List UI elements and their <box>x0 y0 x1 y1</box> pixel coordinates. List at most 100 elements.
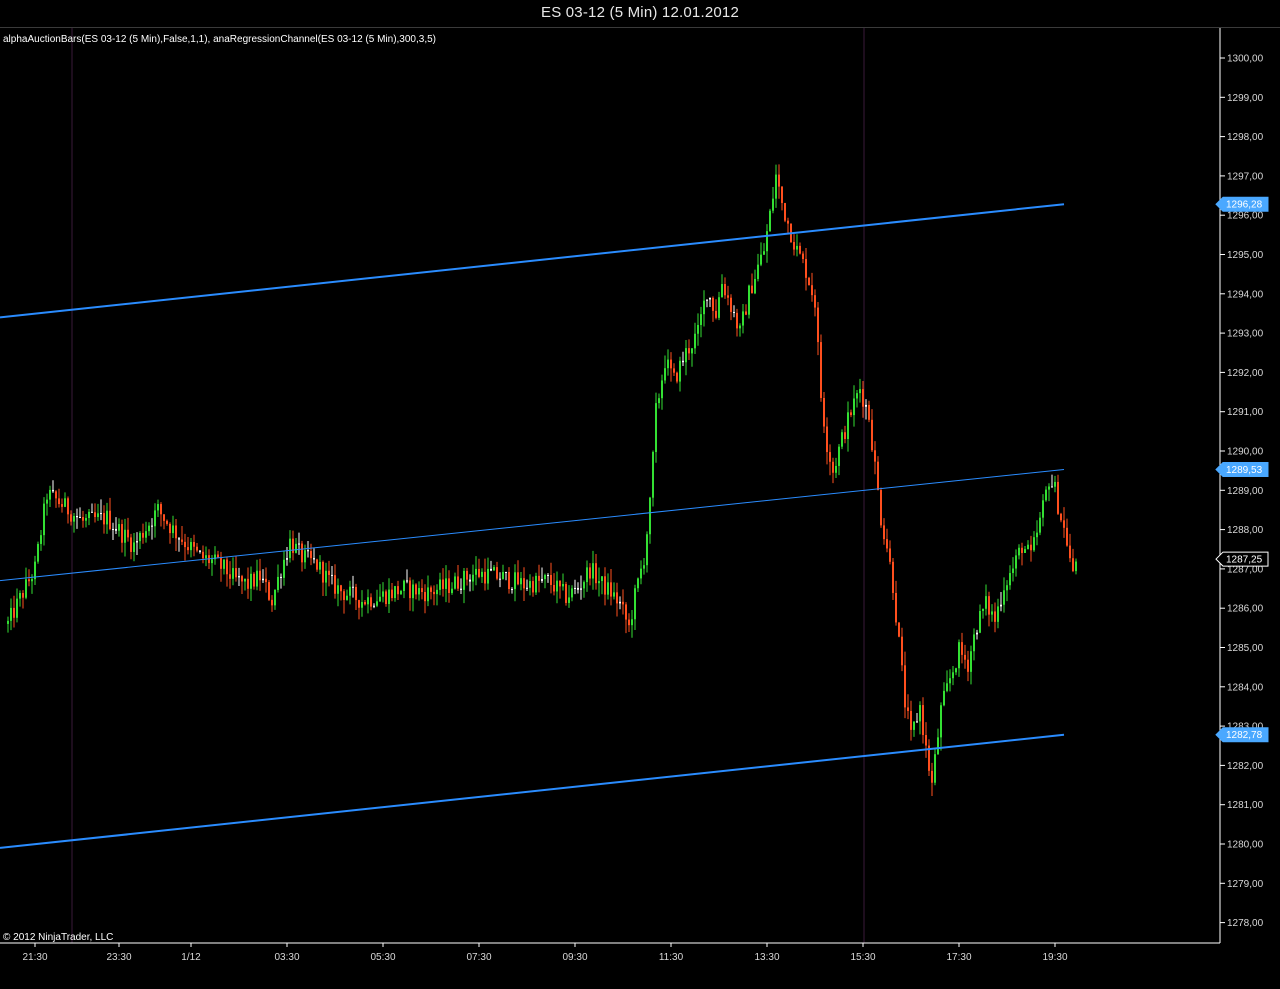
price-bar <box>808 276 810 286</box>
y-axis[interactable]: 1278,001279,001280,001281,001282,001283,… <box>1220 54 1264 930</box>
bar-body <box>610 582 612 597</box>
bar-body <box>352 586 354 588</box>
bar-body <box>160 504 162 515</box>
price-bar <box>748 284 750 319</box>
bar-body <box>670 359 672 369</box>
bar-body <box>115 528 117 531</box>
bar-body <box>775 174 777 199</box>
bar-body <box>868 404 870 420</box>
bar-body <box>82 517 84 521</box>
bar-body <box>94 512 96 518</box>
bar-body <box>106 510 108 525</box>
bar-body <box>337 585 339 594</box>
bar-body <box>571 588 573 598</box>
x-tick-label: 11:30 <box>659 952 684 963</box>
bar-body <box>181 539 183 542</box>
bar-body <box>349 586 351 596</box>
bar-body <box>1012 568 1014 574</box>
bar-body <box>454 576 456 589</box>
bar-body <box>673 368 675 373</box>
bar-body <box>721 284 723 298</box>
bar-body <box>373 605 375 607</box>
price-chart[interactable]: 1278,001279,001280,001281,001282,001283,… <box>0 0 1280 989</box>
bar-body <box>613 592 615 597</box>
bar-body <box>682 360 684 363</box>
bar-body <box>1042 500 1044 518</box>
bar-body <box>505 572 507 574</box>
x-axis[interactable]: 21:30 23:30 1/12 03:30 05:30 07:30 09:30 11:30 1… <box>22 943 1068 963</box>
bar-body <box>691 348 693 354</box>
y-tick-label: 1298,00 <box>1227 132 1264 143</box>
x-tick-label: 09:30 <box>562 952 587 963</box>
bar-body <box>76 515 78 518</box>
price-bar <box>784 202 786 223</box>
y-tick-label: 1280,00 <box>1227 840 1264 851</box>
bar-body <box>523 578 525 589</box>
bar-body <box>1060 513 1062 521</box>
bar-body <box>616 592 618 604</box>
bar-body <box>445 578 447 589</box>
bar-body <box>298 543 300 545</box>
bar-body <box>244 578 246 582</box>
bar-body <box>61 504 63 507</box>
bar-body <box>1048 486 1050 490</box>
price-badge: 1296,28 <box>1215 196 1269 212</box>
bar-body <box>232 568 234 579</box>
price-badge-label: 1287,25 <box>1226 555 1263 566</box>
bar-body <box>799 245 801 254</box>
bar-body <box>796 245 798 250</box>
bar-body <box>151 525 153 527</box>
bar-body <box>250 573 252 589</box>
x-tick-label: 05:30 <box>370 952 395 963</box>
bar-body <box>46 499 48 504</box>
bar-body <box>268 582 270 600</box>
bar-body <box>124 529 126 543</box>
bar-body <box>52 489 54 492</box>
bar-body <box>742 311 744 326</box>
price-badge: 1287,25 <box>1215 551 1269 567</box>
price-bar <box>841 429 843 450</box>
bar-body <box>535 575 537 593</box>
bar-body <box>1075 561 1077 572</box>
bar-body <box>184 541 186 548</box>
bar-body <box>967 659 969 672</box>
bar-body <box>127 529 129 538</box>
bar-body <box>388 589 390 605</box>
bar-body <box>370 597 372 607</box>
bar-body <box>883 525 885 540</box>
bar-body <box>142 532 144 538</box>
bar-body <box>40 535 42 544</box>
bar-body <box>568 597 570 603</box>
bar-body <box>910 710 912 730</box>
bar-body <box>22 592 24 598</box>
bar-body <box>517 572 519 585</box>
x-tick-label: 17:30 <box>946 952 971 963</box>
bar-body <box>955 668 957 673</box>
bar-body <box>274 589 276 606</box>
bar-body <box>820 342 822 398</box>
price-bar <box>820 334 822 402</box>
bar-body <box>43 503 45 536</box>
bar-body <box>922 705 924 736</box>
bar-body <box>166 520 168 524</box>
bar-body <box>628 619 630 626</box>
bar-body <box>736 312 738 329</box>
x-tick-label: 03:30 <box>274 952 299 963</box>
price-badge-label: 1289,53 <box>1226 465 1263 476</box>
bar-body <box>487 568 489 584</box>
bar-body <box>748 285 750 315</box>
bar-body <box>724 284 726 296</box>
bar-body <box>103 513 105 525</box>
bar-body <box>88 511 90 519</box>
bar-body <box>1027 544 1029 550</box>
copyright-label: © 2012 NinjaTrader, LLC <box>3 932 113 943</box>
bar-body <box>169 523 171 534</box>
bar-body <box>508 572 510 590</box>
bar-body <box>301 543 303 563</box>
bar-body <box>412 584 414 599</box>
bar-body <box>601 576 603 582</box>
bar-body <box>757 264 759 279</box>
bar-body <box>1003 590 1005 605</box>
y-tick-label: 1282,00 <box>1227 761 1264 772</box>
bar-body <box>427 587 429 602</box>
